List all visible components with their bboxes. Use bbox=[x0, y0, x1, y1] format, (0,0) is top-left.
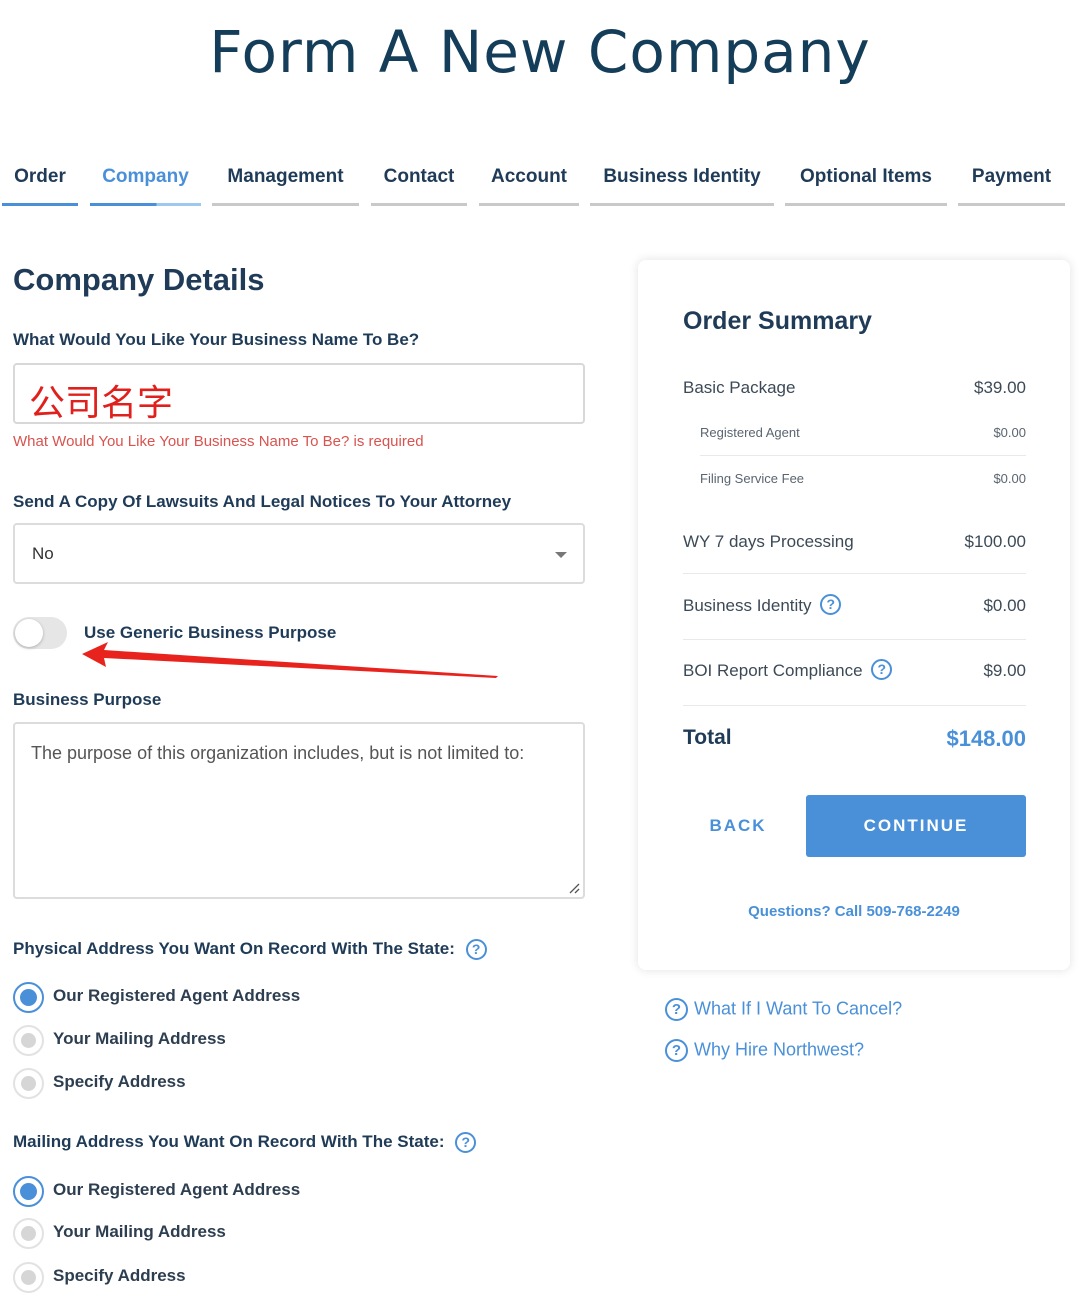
business-name-label: What Would You Like Your Business Name T… bbox=[13, 330, 420, 349]
divider bbox=[683, 573, 1026, 574]
mailing-address-heading: Mailing Address You Want On Record With … bbox=[13, 1132, 477, 1154]
line-item-price: $0.00 bbox=[983, 596, 1026, 615]
tab-optional-items[interactable]: Optional Items bbox=[785, 160, 947, 206]
line-item-name: Registered Agent bbox=[700, 425, 800, 440]
radio-button[interactable] bbox=[13, 982, 44, 1013]
mailing-address-label: Mailing Address You Want On Record With … bbox=[13, 1132, 445, 1151]
back-button[interactable]: BACK bbox=[683, 795, 793, 857]
radio-label: Your Mailing Address bbox=[53, 1222, 226, 1241]
tab-label: Optional Items bbox=[800, 166, 932, 187]
attorney-selected-value: No bbox=[32, 544, 54, 563]
line-item-price: $0.00 bbox=[993, 471, 1026, 486]
why-hire-help-link[interactable]: ? Why Hire Northwest? bbox=[665, 1039, 864, 1062]
tab-business-identity[interactable]: Business Identity bbox=[590, 160, 774, 206]
business-name-value: 公司名字 bbox=[29, 383, 174, 424]
line-item-price: $0.00 bbox=[993, 425, 1026, 440]
radio-button[interactable] bbox=[13, 1262, 44, 1293]
business-purpose-label: Business Purpose bbox=[13, 690, 162, 709]
continue-button[interactable]: CONTINUE bbox=[806, 795, 1026, 857]
business-purpose-textarea[interactable]: The purpose of this organization include… bbox=[13, 722, 585, 899]
tab-management[interactable]: Management bbox=[212, 160, 359, 206]
radio-label: Your Mailing Address bbox=[53, 1029, 226, 1048]
radio-button[interactable] bbox=[13, 1176, 44, 1207]
radio-label: Our Registered Agent Address bbox=[53, 1180, 301, 1199]
radio-label: Specify Address bbox=[53, 1266, 186, 1285]
physical-address-heading: Physical Address You Want On Record With… bbox=[13, 939, 487, 961]
line-item-price: $39.00 bbox=[974, 378, 1026, 397]
help-link-label: What If I Want To Cancel? bbox=[694, 998, 903, 1019]
line-item-price: $100.00 bbox=[964, 532, 1026, 551]
tab-label: Company bbox=[102, 166, 189, 187]
page-title: Form A New Company bbox=[209, 18, 871, 86]
line-item-name: WY 7 days Processing bbox=[683, 532, 854, 551]
order-summary-title: Order Summary bbox=[683, 307, 872, 335]
attorney-select[interactable]: No bbox=[13, 523, 585, 584]
tab-company[interactable]: Company bbox=[90, 160, 201, 206]
total-label: Total bbox=[683, 726, 732, 749]
question-circle-icon[interactable]: ? bbox=[871, 659, 893, 681]
line-item-price: $9.00 bbox=[983, 661, 1026, 680]
line-item-name: Basic Package bbox=[683, 378, 796, 397]
step-tabs: Order Company Management Contact Account… bbox=[0, 160, 1080, 210]
radio-button[interactable] bbox=[13, 1218, 44, 1249]
toggle-knob bbox=[15, 619, 43, 647]
divider bbox=[683, 705, 1026, 706]
order-summary-card: Order Summary Basic Package $39.00 Regis… bbox=[638, 260, 1070, 970]
section-title: Company Details bbox=[13, 262, 265, 297]
tab-contact[interactable]: Contact bbox=[371, 160, 467, 206]
question-circle-icon[interactable]: ? bbox=[465, 939, 487, 961]
line-item-name: Business Identity ? bbox=[683, 594, 842, 616]
tab-label: Management bbox=[227, 166, 344, 187]
question-circle-icon: ? bbox=[665, 998, 688, 1021]
help-link-label: Why Hire Northwest? bbox=[694, 1039, 865, 1060]
physical-address-label: Physical Address You Want On Record With… bbox=[13, 939, 455, 958]
tab-account[interactable]: Account bbox=[479, 160, 579, 206]
question-circle-icon[interactable]: ? bbox=[455, 1132, 477, 1154]
business-name-error: What Would You Like Your Business Name T… bbox=[13, 433, 424, 450]
tab-label: Business Identity bbox=[603, 166, 761, 187]
resize-grip-icon[interactable] bbox=[568, 882, 580, 894]
red-arrow-annotation bbox=[82, 642, 498, 678]
business-purpose-value: The purpose of this organization include… bbox=[31, 743, 525, 763]
question-circle-icon[interactable]: ? bbox=[820, 594, 842, 616]
tab-label: Payment bbox=[971, 166, 1052, 187]
tab-label: Account bbox=[491, 166, 567, 187]
tab-label: Contact bbox=[383, 166, 455, 187]
line-item-name: BOI Report Compliance ? bbox=[683, 659, 893, 681]
tab-payment[interactable]: Payment bbox=[958, 160, 1065, 206]
radio-button[interactable] bbox=[13, 1068, 44, 1099]
radio-label: Our Registered Agent Address bbox=[53, 986, 301, 1005]
business-name-input[interactable]: 公司名字 bbox=[13, 363, 585, 424]
generic-purpose-toggle[interactable] bbox=[13, 617, 67, 649]
divider bbox=[700, 455, 1026, 456]
total-value: $148.00 bbox=[946, 726, 1026, 751]
chevron-down-icon bbox=[555, 552, 567, 558]
cancel-help-link[interactable]: ? What If I Want To Cancel? bbox=[665, 998, 902, 1021]
attorney-label: Send A Copy Of Lawsuits And Legal Notice… bbox=[13, 492, 512, 511]
line-item-name: Filing Service Fee bbox=[700, 471, 805, 486]
divider bbox=[683, 639, 1026, 640]
radio-button[interactable] bbox=[13, 1025, 44, 1056]
questions-phone-link[interactable]: Questions? Call 509-768-2249 bbox=[638, 903, 1070, 920]
radio-label: Specify Address bbox=[53, 1072, 186, 1091]
question-circle-icon: ? bbox=[665, 1039, 688, 1062]
tab-label: Order bbox=[14, 166, 66, 187]
tab-order[interactable]: Order bbox=[2, 160, 78, 206]
